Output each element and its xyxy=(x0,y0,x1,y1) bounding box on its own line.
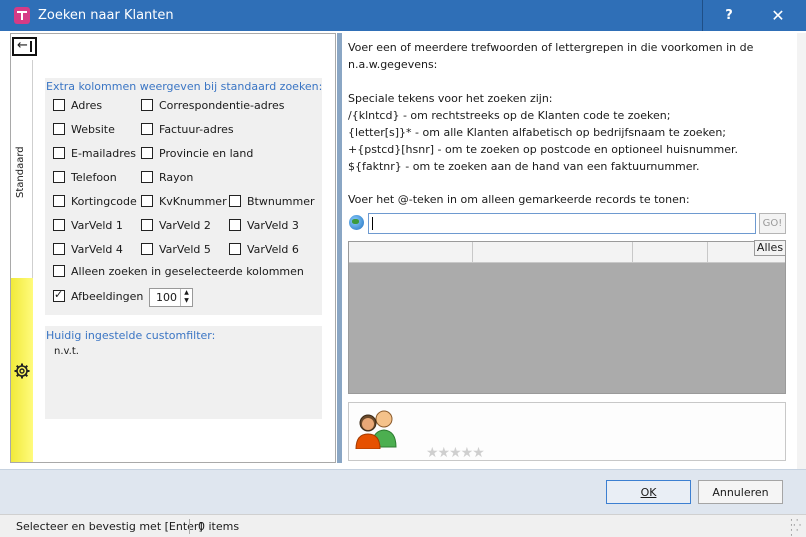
customfilter-value: n.v.t. xyxy=(54,346,79,357)
collapse-panel-button[interactable]: ← xyxy=(12,37,37,56)
gear-icon[interactable] xyxy=(14,363,30,379)
image-size-stepper[interactable]: 100 ▲ ▼ xyxy=(149,288,193,307)
special-chars-line1: /{klntcd} - om rechtstreeks op de Klante… xyxy=(348,109,671,122)
record-preview xyxy=(348,402,786,461)
special-chars-line2: {letter[s]}* - om alle Klanten alfabetis… xyxy=(348,126,726,139)
checkbox-telefoon[interactable]: Telefoon xyxy=(53,170,117,184)
checkbox-factuur-adres[interactable]: Factuur-adres xyxy=(141,122,234,136)
globe-icon xyxy=(349,215,364,230)
status-hint: Selecteer en bevestig met [Enter] xyxy=(16,520,203,533)
checkbox-adres[interactable]: Adres xyxy=(53,98,102,112)
tab-standaard-label: Standaard xyxy=(15,146,26,198)
special-chars-line3: +{pstcd}[hsnr] - om te zoeken op postcod… xyxy=(348,143,738,156)
window-right-edge xyxy=(797,33,806,469)
ok-button[interactable]: OK xyxy=(606,480,691,504)
checkbox-kortingcode[interactable]: Kortingcode xyxy=(53,194,137,208)
extra-columns-title: Extra kolommen weergeven bij standaard z… xyxy=(46,80,323,93)
image-size-value: 100 xyxy=(156,291,177,304)
checkbox-alleen-geselecteerde-kolommen[interactable]: Alleen zoeken in geselecteerde kolommen xyxy=(53,264,304,278)
checkbox-rayon[interactable]: Rayon xyxy=(141,170,193,184)
grid-column-header[interactable] xyxy=(349,242,473,263)
cancel-button[interactable]: Annuleren xyxy=(698,480,783,504)
grid-column-header[interactable] xyxy=(633,242,708,263)
results-grid[interactable] xyxy=(348,241,786,394)
app-icon xyxy=(14,7,30,24)
close-button[interactable]: ✕ xyxy=(750,0,806,31)
special-chars-title: Speciale tekens voor het zoeken zijn: xyxy=(348,92,553,105)
intro-text-line2: n.a.w.gegevens: xyxy=(348,58,438,71)
title-bar: Zoeken naar Klanten ? ✕ xyxy=(0,0,806,31)
search-label: Voer het @-teken in om alleen gemarkeerd… xyxy=(348,193,690,206)
results-grid-header xyxy=(349,242,785,263)
grid-column-header[interactable] xyxy=(473,242,633,263)
special-chars-line4: ${faktnr} - om te zoeken aan de hand van… xyxy=(348,160,700,173)
checkbox-varveld-1[interactable]: VarVeld 1 xyxy=(53,218,123,232)
checkbox-provincie-en-land[interactable]: Provincie en land xyxy=(141,146,253,160)
vertical-tab-strip: Standaard xyxy=(11,60,33,462)
checkbox-correspondentie-adres[interactable]: Correspondentie-adres xyxy=(141,98,285,112)
checkbox-afbeeldingen[interactable]: Afbeeldingen xyxy=(53,288,143,303)
checkbox-varveld-2[interactable]: VarVeld 2 xyxy=(141,218,211,232)
status-item-count: 0 items xyxy=(198,520,240,533)
status-separator xyxy=(189,519,190,534)
go-button[interactable]: GO! xyxy=(759,213,786,234)
stepper-arrows[interactable]: ▲ ▼ xyxy=(180,289,192,306)
checkbox-website[interactable]: Website xyxy=(53,122,115,136)
search-input[interactable] xyxy=(368,213,756,234)
checkbox-e-mailadres[interactable]: E-mailadres xyxy=(53,146,136,160)
window-title: Zoeken naar Klanten xyxy=(38,8,174,23)
users-icon xyxy=(355,410,397,449)
resize-grip-icon[interactable]: · · ·· · · · · xyxy=(790,517,804,537)
checkbox-varveld-4[interactable]: VarVeld 4 xyxy=(53,242,123,256)
rating-stars[interactable]: ★★★★★ xyxy=(426,445,485,461)
customfilter-title: Huidig ingestelde customfilter: xyxy=(46,329,216,342)
title-separator xyxy=(702,0,703,31)
checkbox-varveld-3[interactable]: VarVeld 3 xyxy=(229,218,299,232)
text-caret xyxy=(372,217,373,230)
arrow-left-icon: ← xyxy=(17,38,28,53)
alles-button[interactable]: Alles xyxy=(754,240,786,256)
checkbox-varveld-5[interactable]: VarVeld 5 xyxy=(141,242,211,256)
checkbox-kvknummer[interactable]: KvKnummer xyxy=(141,194,227,208)
checkbox-varveld-6[interactable]: VarVeld 6 xyxy=(229,242,299,256)
tab-standaard[interactable]: Standaard xyxy=(11,60,33,278)
ok-button-label: OK xyxy=(640,485,657,499)
intro-text-line1: Voer een of meerdere trefwoorden of lett… xyxy=(348,41,754,54)
checkbox-btwnummer[interactable]: Btwnummer xyxy=(229,194,315,208)
status-bar: Selecteer en bevestig met [Enter] 0 item… xyxy=(0,514,806,537)
help-button[interactable]: ? xyxy=(706,0,752,31)
